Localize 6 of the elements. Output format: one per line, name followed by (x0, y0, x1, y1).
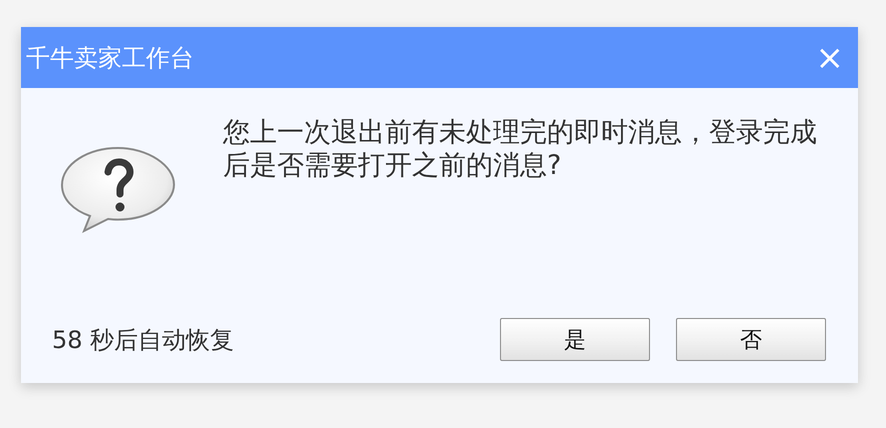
dialog-button[interactable]: 否 (676, 318, 826, 361)
message-text: 您上一次退出前有未处理完的即时消息，登录完成后是否需要打开之前的消息? (223, 116, 818, 183)
window-title: 千牛卖家工作台 (26, 42, 194, 74)
dialog-button[interactable]: 是 (500, 318, 650, 361)
countdown-text: 58 秒后自动恢复 (52, 324, 236, 356)
question-bubble-icon (59, 145, 177, 233)
